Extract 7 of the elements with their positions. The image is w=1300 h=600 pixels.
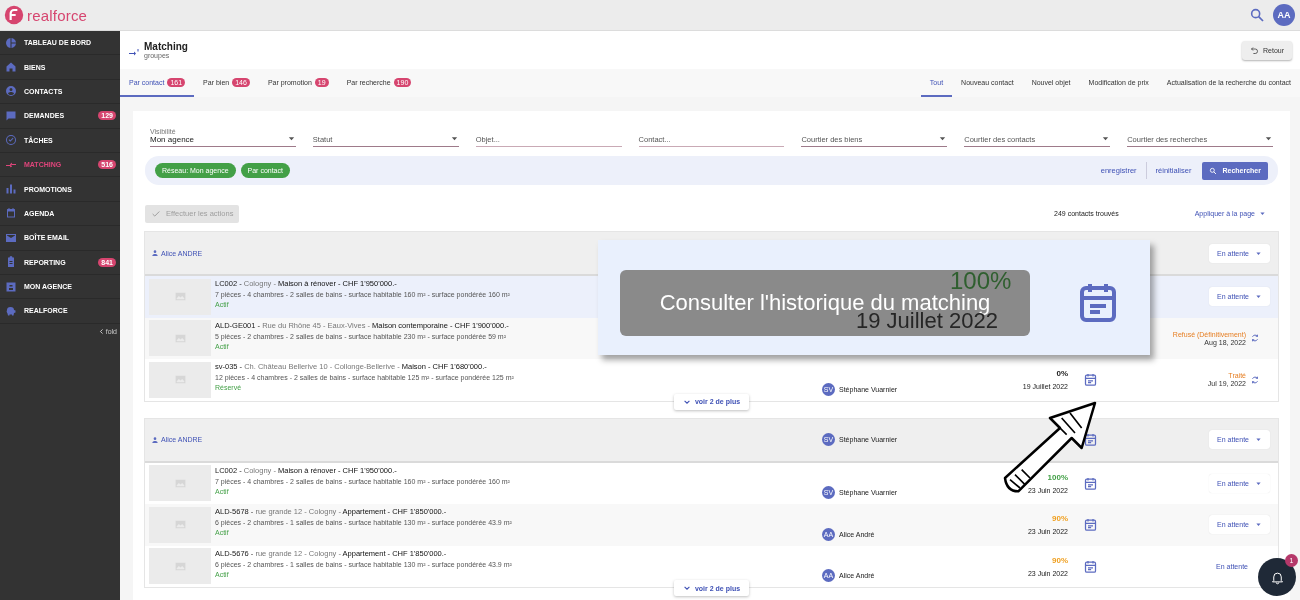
match-score: 90%	[1052, 514, 1068, 524]
match-score: 100%	[950, 267, 1012, 294]
match-score: 100%	[1047, 472, 1068, 482]
match-score: 0%	[1056, 369, 1068, 379]
page-title: Matching	[144, 41, 189, 52]
logo-text: realforce	[27, 6, 88, 24]
match-score: 90%	[1052, 555, 1068, 565]
